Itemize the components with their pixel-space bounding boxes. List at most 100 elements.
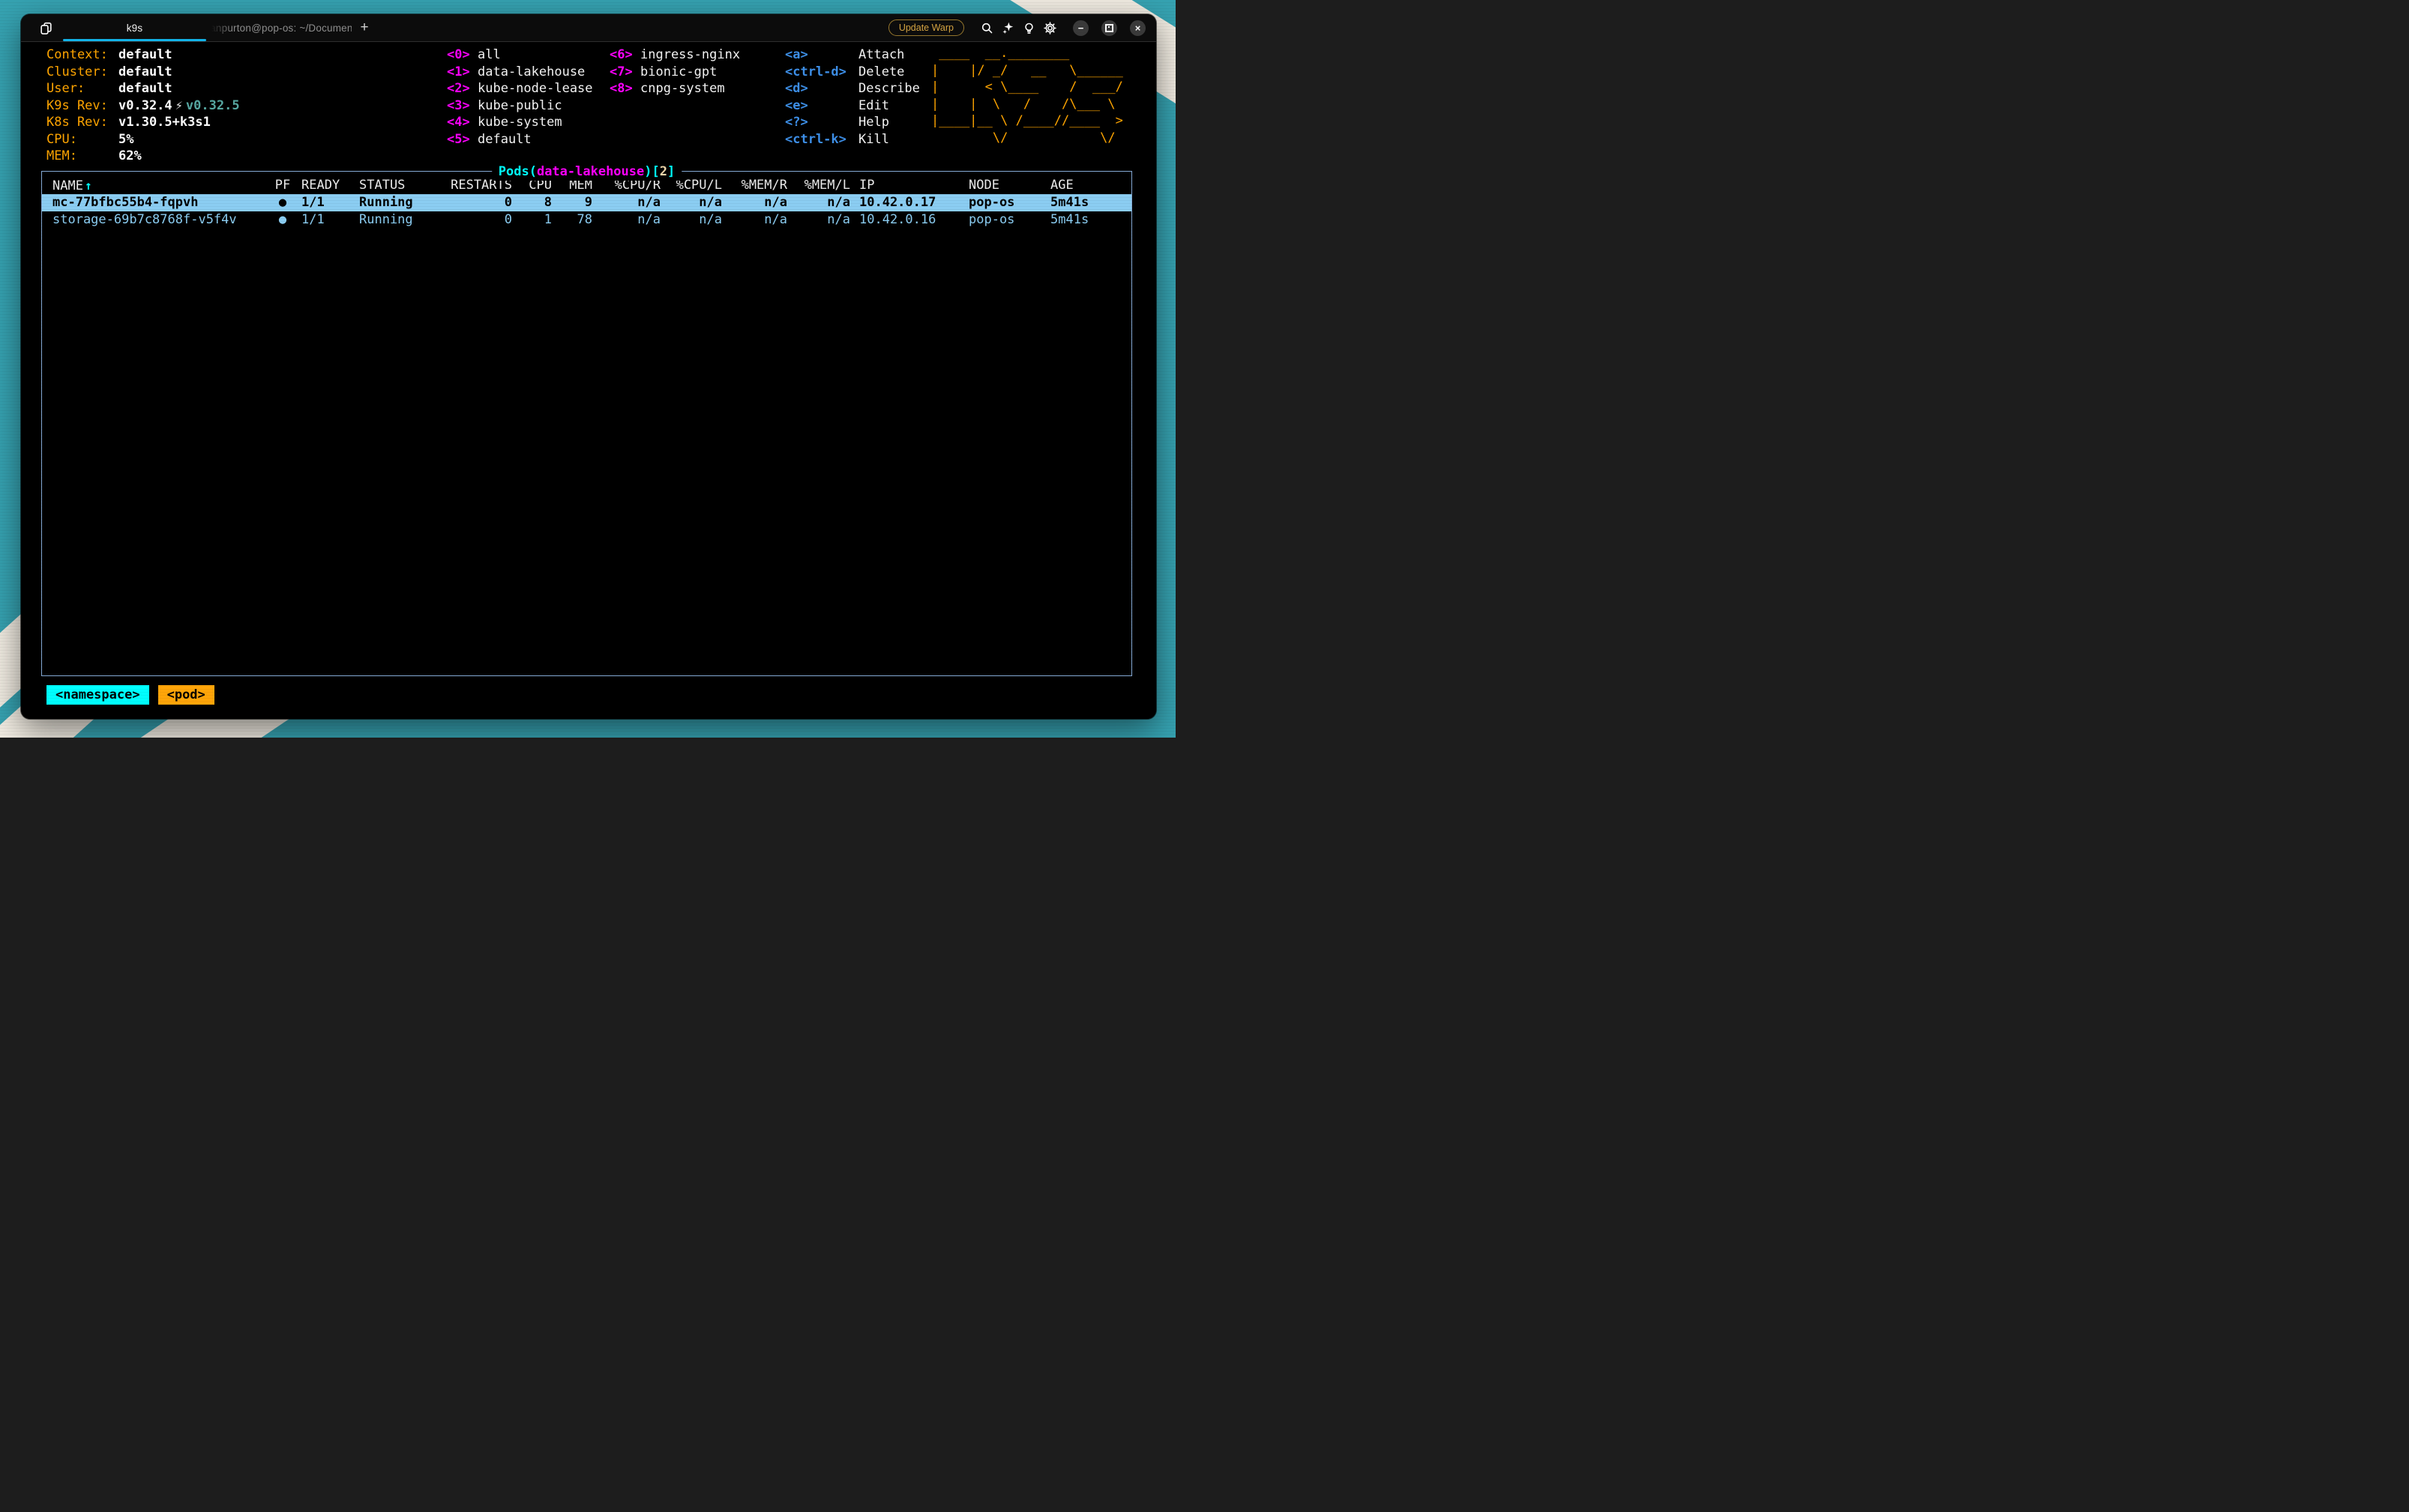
pod-ip: 10.42.0.16 (850, 211, 969, 229)
column-header-ip[interactable]: IP (850, 177, 969, 194)
pages-icon (39, 21, 53, 35)
title-count: 2 (660, 164, 667, 179)
tab-shell[interactable]: ianpurton@pop-os: ~/Document (208, 14, 352, 41)
logo-line: |____|__ \ /____//____ > (931, 112, 1123, 130)
pod-mem: 78 (552, 211, 592, 229)
info-label: K9s Rev: (46, 97, 118, 115)
k9s-terminal: Context:default Cluster:default User:def… (21, 42, 1156, 719)
column-header-node[interactable]: NODE (969, 177, 1050, 194)
port-forward-dot-icon: ● (264, 211, 301, 229)
column-header-ready[interactable]: READY (301, 177, 359, 194)
maximize-icon (1105, 24, 1113, 32)
cluster-info: Context:default Cluster:default User:def… (46, 46, 240, 165)
shortcut-label: Kill (858, 132, 889, 147)
shortcut-label: data-lakehouse (478, 64, 585, 79)
info-label: K8s Rev: (46, 114, 118, 131)
namespace-shortcut: <2>kube-node-lease (447, 80, 593, 97)
k9s-ascii-logo: ____ __.________ | |/ _/ __ \______ | < … (931, 45, 1123, 146)
update-warp-button[interactable]: Update Warp (888, 19, 964, 36)
namespace-shortcut: <3>kube-public (447, 97, 593, 115)
ai-button[interactable] (997, 17, 1018, 38)
table-row-selected[interactable]: mc-77bfbc55b4-fqpvh ● 1/1 Running 0 8 9 … (42, 194, 1131, 211)
shortcut-key: <0> (447, 46, 478, 64)
column-header-age[interactable]: AGE (1050, 177, 1121, 194)
close-icon: × (1135, 23, 1141, 33)
sparkles-icon (1001, 21, 1015, 35)
tab-k9s[interactable]: k9s (61, 14, 208, 41)
minimize-icon: − (1078, 23, 1084, 33)
breadcrumb: <namespace> <pod> (46, 685, 214, 705)
info-row-mem: MEM:62% (46, 148, 240, 165)
pod-node: pop-os (969, 194, 1050, 211)
shortcut-key: <3> (447, 97, 478, 115)
close-button[interactable]: × (1130, 20, 1146, 36)
new-tab-button[interactable]: + (352, 14, 377, 41)
command-shortcut: <d>Describe (785, 80, 920, 97)
pod-status: Running (359, 211, 442, 229)
breadcrumb-pod[interactable]: <pod> (158, 685, 214, 705)
minimize-button[interactable]: − (1073, 20, 1089, 36)
upgrade-version: v0.32.5 (186, 98, 240, 113)
command-shortcut: <?>Help (785, 114, 920, 131)
info-label: CPU: (46, 131, 118, 148)
shortcut-key: <4> (447, 114, 478, 131)
shortcut-key: <5> (447, 131, 478, 148)
column-header-name[interactable]: NAME↑ (52, 177, 264, 194)
shortcut-label: Edit (858, 98, 889, 113)
namespace-shortcut: <5>default (447, 131, 593, 148)
shortcut-key: <8> (610, 80, 640, 97)
table-row[interactable]: storage-69b7c8768f-v5f4v ● 1/1 Running 0… (42, 211, 1131, 229)
info-label: User: (46, 80, 118, 97)
pod-mem-r: n/a (722, 194, 787, 211)
info-row-cluster: Cluster:default (46, 64, 240, 81)
shortcut-label: kube-system (478, 115, 562, 130)
sidebar-toggle-button[interactable] (36, 14, 55, 41)
settings-button[interactable] (1039, 17, 1060, 38)
shortcut-key: <6> (610, 46, 640, 64)
tab-bar: k9s ianpurton@pop-os: ~/Document + Updat… (21, 14, 1156, 42)
breadcrumb-namespace[interactable]: <namespace> (46, 685, 149, 705)
pod-age: 5m41s (1050, 194, 1121, 211)
info-row-k8s-rev: K8s Rev:v1.30.5+k3s1 (46, 114, 240, 131)
pod-cpu: 1 (512, 211, 552, 229)
namespace-shortcuts-col2: <6>ingress-nginx <7>bionic-gpt <8>cnpg-s… (610, 46, 740, 97)
command-shortcut: <ctrl-d>Delete (785, 64, 920, 81)
shortcut-key: <1> (447, 64, 478, 81)
pod-restarts: 0 (442, 194, 512, 211)
pod-mem: 9 (552, 194, 592, 211)
shortcut-label: ingress-nginx (640, 47, 740, 62)
info-value: 62% (118, 148, 142, 163)
shortcut-label: bionic-gpt (640, 64, 717, 79)
desktop-background: k9s ianpurton@pop-os: ~/Document + Updat… (0, 0, 1176, 738)
shortcut-key: <ctrl-d> (785, 64, 858, 81)
column-header-pf[interactable]: PF (264, 177, 301, 194)
info-value: default (118, 47, 172, 62)
pod-node: pop-os (969, 211, 1050, 229)
pod-mem-l: n/a (787, 194, 850, 211)
sort-ascending-icon: ↑ (83, 178, 92, 193)
pod-ready: 1/1 (301, 211, 359, 229)
tips-button[interactable] (1018, 17, 1039, 38)
shortcut-label: Describe (858, 81, 920, 96)
column-header-mem-r[interactable]: %MEM/R (722, 177, 787, 194)
title-bracket: )[ (644, 164, 659, 179)
pod-name: storage-69b7c8768f-v5f4v (52, 211, 264, 229)
logo-line: | < \____ / ___/ (931, 79, 1123, 96)
shortcut-label: kube-node-lease (478, 81, 593, 96)
pod-restarts: 0 (442, 211, 512, 229)
namespace-shortcut: <6>ingress-nginx (610, 46, 740, 64)
search-button[interactable] (976, 17, 997, 38)
info-value: v1.30.5+k3s1 (118, 115, 211, 130)
column-header-status[interactable]: STATUS (359, 177, 442, 194)
logo-line: | |/ _/ __ \______ (931, 62, 1123, 79)
pod-cpu-l: n/a (661, 194, 722, 211)
column-header-mem-l[interactable]: %MEM/L (787, 177, 850, 194)
info-value: default (118, 64, 172, 79)
maximize-button[interactable] (1101, 20, 1117, 36)
shortcut-label: Delete (858, 64, 904, 79)
search-icon (980, 21, 994, 35)
info-label: Cluster: (46, 64, 118, 81)
pod-status: Running (359, 194, 442, 211)
pod-age: 5m41s (1050, 211, 1121, 229)
namespace-shortcuts-col1: <0>all <1>data-lakehouse <2>kube-node-le… (447, 46, 593, 148)
